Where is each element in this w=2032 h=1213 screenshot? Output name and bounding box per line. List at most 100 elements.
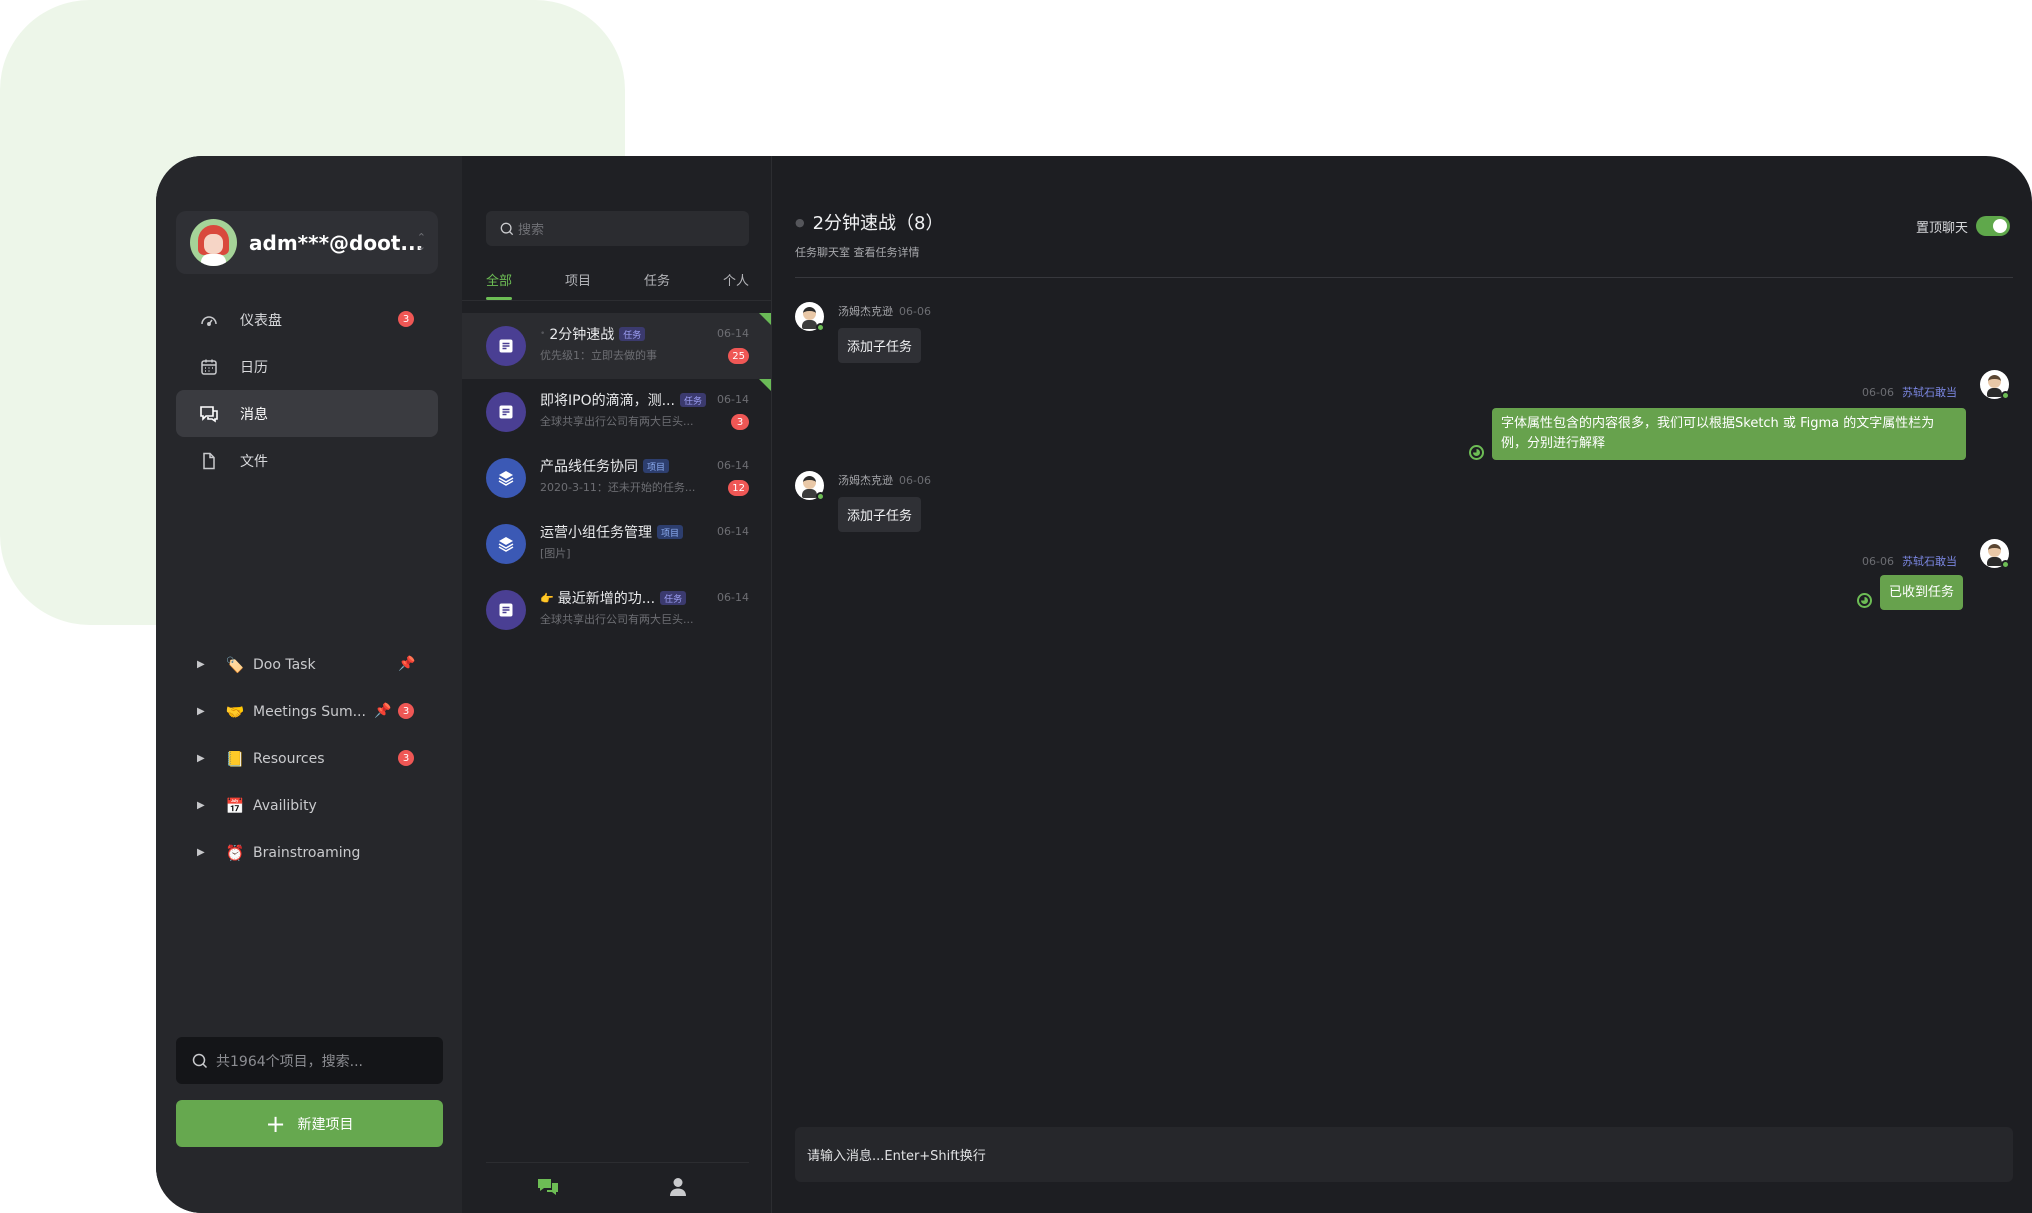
conversation-item[interactable]: 产品线任务协同 项目 2020-3-11：还未开始的任务... 06-14 12: [462, 445, 771, 511]
conversation-title: • 2分钟速战 任务: [540, 324, 646, 344]
nav-item-files[interactable]: 文件: [176, 437, 438, 484]
conversation-preview: 优先级1：立即去做的事: [540, 349, 657, 362]
message-time: 06-06: [899, 305, 931, 318]
sender-name: 汤姆杰克逊: [838, 305, 893, 318]
project-label: Meetings Sum...: [253, 703, 366, 720]
project-item[interactable]: ▶ 🏷️ Doo Task 📌: [176, 641, 438, 688]
tab-tasks[interactable]: 任务: [644, 270, 670, 296]
nav-badge: 3: [398, 311, 414, 327]
new-project-button[interactable]: + 新建项目: [176, 1100, 443, 1147]
conversation-title-text: 即将IPO的滴滴，测...: [540, 393, 675, 409]
conversation-title: 即将IPO的滴滴，测... 任务: [540, 390, 706, 410]
pin-chat-toggle[interactable]: [1976, 216, 2010, 236]
message-bubble[interactable]: 字体属性包含的内容很多，我们可以根据Sketch 或 Figma 的文字属性栏为…: [1492, 408, 1966, 460]
calendar-emoji-icon: 📅: [225, 796, 245, 815]
message-bubble[interactable]: 添加子任务: [838, 328, 922, 363]
tab-all[interactable]: 全部: [486, 270, 513, 300]
message-bubble[interactable]: 已收到任务: [1880, 575, 1964, 610]
chevron-updown-icon: ⌃ ⌄: [416, 231, 426, 253]
avatar[interactable]: [1980, 370, 2010, 400]
project-item[interactable]: ▶ 📒 Resources 3: [176, 735, 438, 782]
project-item[interactable]: ▶ ⏰ Brainstroaming: [176, 829, 438, 876]
divider: [795, 277, 2013, 278]
conversation-preview: [图片]: [540, 547, 571, 560]
project-item[interactable]: ▶ 🤝 Meetings Sum... 📌 3: [176, 688, 438, 735]
conversation-item[interactable]: 👉 最近新增的功... 任务 全球共享出行公司有两大巨头... 06-14: [462, 577, 771, 643]
file-icon: [198, 450, 220, 472]
project-stack-icon: [486, 524, 526, 564]
read-status-icon: [1857, 593, 1872, 608]
conversation-prefix-icon: 👉: [540, 591, 554, 605]
expand-triangle-icon[interactable]: ▶: [197, 659, 207, 670]
tab-projects[interactable]: 项目: [565, 270, 591, 296]
conversation-prefix-icon: •: [540, 329, 546, 339]
conversation-tag: 项目: [657, 525, 684, 539]
project-item[interactable]: ▶ 📅 Availibity: [176, 782, 438, 829]
conversation-item[interactable]: 运营小组任务管理 项目 [图片] 06-14: [462, 511, 771, 577]
unread-badge: 25: [728, 348, 749, 364]
expand-triangle-icon[interactable]: ▶: [197, 706, 207, 717]
unread-corner-marker: [759, 313, 771, 325]
message-bubble[interactable]: 添加子任务: [838, 497, 922, 532]
new-project-label: 新建项目: [297, 1116, 354, 1133]
conversation-date: 06-14: [717, 591, 749, 604]
task-dot-icon: ●: [795, 215, 805, 229]
tag-icon: 🏷️: [225, 655, 245, 674]
conversation-title-text: 运营小组任务管理: [540, 525, 652, 541]
avatar[interactable]: [795, 471, 825, 501]
expand-triangle-icon[interactable]: ▶: [197, 800, 207, 811]
nav-item-messages[interactable]: 消息: [176, 390, 438, 437]
conversation-tag: 任务: [660, 591, 687, 605]
contacts-icon[interactable]: [667, 1176, 689, 1198]
conversation-item[interactable]: 即将IPO的滴滴，测... 任务 全球共享出行公司有两大巨头... 06-14 3: [462, 379, 771, 445]
conversation-title: 运营小组任务管理 项目: [540, 522, 684, 542]
sender-name: 苏轼石敢当: [1902, 386, 1957, 399]
conversation-preview: 全球共享出行公司有两大巨头...: [540, 613, 694, 626]
message-input[interactable]: 请输入消息...Enter+Shift换行: [795, 1127, 2013, 1182]
user-card[interactable]: adm***@doot... ⌃ ⌄: [176, 211, 438, 274]
nav-label: 消息: [240, 406, 268, 423]
chat-title-text: 2分钟速战（8）: [812, 213, 944, 234]
chat-panel: ● 2分钟速战（8） 任务聊天室 查看任务详情 置顶聊天 汤姆杰克逊 06-06 …: [773, 156, 2032, 1213]
project-list: ▶ 🏷️ Doo Task 📌 ▶ 🤝 Meetings Sum... 📌 3 …: [176, 641, 438, 876]
conversation-item[interactable]: • 2分钟速战 任务 优先级1：立即去做的事 06-14 25: [462, 313, 771, 379]
search-icon: [500, 222, 514, 236]
avatar[interactable]: [1980, 539, 2010, 569]
nav-label: 仪表盘: [240, 312, 282, 329]
pin-icon[interactable]: 📌: [374, 703, 391, 719]
message-time: 06-06: [1862, 555, 1894, 568]
nav-label: 文件: [240, 453, 268, 470]
task-list-icon: [486, 392, 526, 432]
pin-icon[interactable]: 📌: [398, 656, 415, 672]
chat-title: ● 2分钟速战（8）: [795, 209, 944, 235]
app-window: adm***@doot... ⌃ ⌄ 仪表盘 3 日历 消息 文件 ▶ 🏷️ D…: [156, 156, 2032, 1213]
conversation-title-text: 2分钟速战: [549, 327, 615, 343]
unread-badge: 3: [731, 414, 749, 430]
chat-bubbles-icon[interactable]: [537, 1176, 559, 1198]
unread-corner-marker: [759, 379, 771, 391]
search-placeholder: 共1964个项目，搜索...: [216, 1053, 363, 1070]
project-label: Doo Task: [253, 656, 316, 673]
expand-triangle-icon[interactable]: ▶: [197, 753, 207, 764]
search-icon: [192, 1053, 208, 1069]
conversation-preview: 2020-3-11：还未开始的任务...: [540, 481, 696, 494]
sender-name: 汤姆杰克逊: [838, 474, 893, 487]
conversation-tag: 任务: [679, 393, 706, 407]
message-meta: 汤姆杰克逊 06-06: [838, 303, 931, 319]
conversation-search-input[interactable]: 搜索: [486, 211, 749, 246]
nav-item-calendar[interactable]: 日历: [176, 343, 438, 390]
search-placeholder: 搜索: [518, 223, 545, 238]
conversation-panel: 搜索 全部 项目 任务 个人 • 2分钟速战 任务 优先级1：立即去做的事 06-14 2…: [462, 156, 772, 1213]
message-meta: 汤姆杰克逊 06-06: [838, 472, 931, 488]
project-badge: 3: [398, 703, 414, 719]
chat-subtitle[interactable]: 任务聊天室 查看任务详情: [795, 244, 920, 260]
nav-item-dashboard[interactable]: 仪表盘 3: [176, 296, 438, 343]
expand-triangle-icon[interactable]: ▶: [197, 847, 207, 858]
project-badge: 3: [398, 750, 414, 766]
tab-personal[interactable]: 个人: [723, 270, 749, 296]
divider: [486, 1162, 749, 1163]
project-search-input[interactable]: 共1964个项目，搜索...: [176, 1037, 443, 1084]
avatar[interactable]: [795, 302, 825, 332]
handshake-icon: 🤝: [225, 702, 245, 721]
task-list-icon: [486, 326, 526, 366]
